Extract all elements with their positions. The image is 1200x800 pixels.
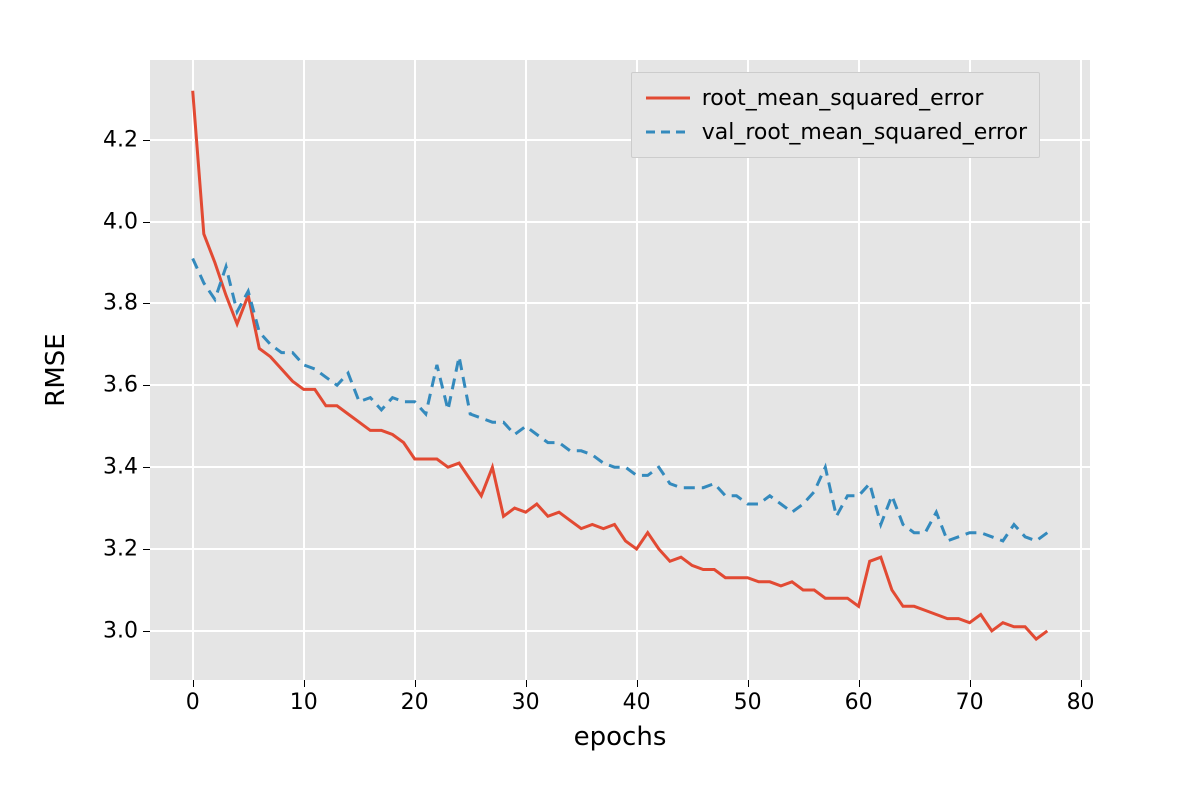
line-train-rmse	[193, 91, 1048, 639]
legend-label-val: val_root_mean_squared_error	[702, 120, 1027, 145]
legend-label-train: root_mean_squared_error	[702, 86, 984, 111]
legend-entry-train: root_mean_squared_error	[644, 81, 1027, 115]
legend: root_mean_squared_error val_root_mean_sq…	[631, 72, 1040, 158]
legend-swatch-train	[644, 86, 692, 110]
chart-figure: 010203040506070803.03.23.43.63.84.04.2 e…	[0, 0, 1200, 800]
legend-entry-val: val_root_mean_squared_error	[644, 115, 1027, 149]
legend-swatch-val	[644, 120, 692, 144]
